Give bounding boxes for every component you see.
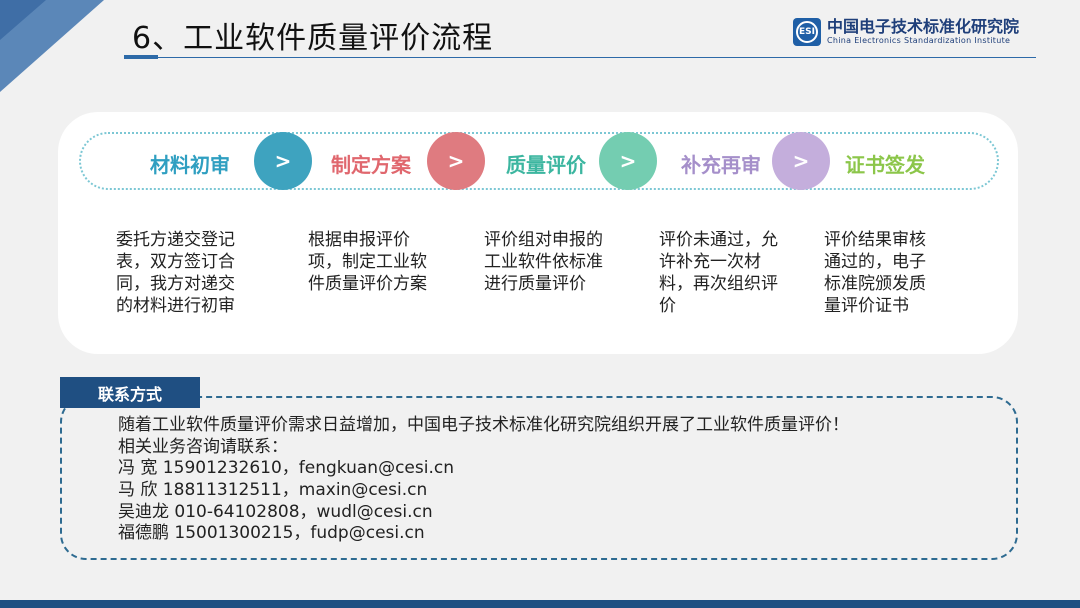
page-title: 6、工业软件质量评价流程 — [132, 21, 494, 56]
contact-intro: 随着工业软件质量评价需求日益增加，中国电子技术标准化研究院组织开展了工业软件质量… — [118, 415, 849, 435]
step-label-quality-evaluation: 质量评价 — [506, 153, 586, 177]
step-label-supplement-review: 补充再审 — [681, 153, 761, 177]
logo-chinese-name: 中国电子技术标准化研究院 — [827, 17, 1020, 36]
step-description-material-review: 委托方递交登记表，双方签订合同，我方对递交的材料进行初审 — [116, 230, 235, 316]
step-description-supplement-review: 评价未通过，允许补充一次材料，再次组织评价 — [659, 230, 778, 316]
decorative-corner-triangle-dark — [0, 0, 46, 40]
contact-person: 福德鹏 15001300215，fudp@cesi.cn — [118, 523, 425, 543]
contact-header: 联系方式 — [60, 377, 200, 408]
cesi-logo: ESI 中国电子技术标准化研究院 China Electronics Stand… — [793, 18, 1019, 46]
contact-person: 吴迪龙 010-64102808，wudl@cesi.cn — [118, 502, 433, 522]
step-arrow-icon: > — [254, 132, 312, 190]
step-arrow-icon: > — [427, 132, 485, 190]
bottom-bar — [0, 600, 1080, 608]
title-divider — [124, 57, 1036, 58]
logo-text: 中国电子技术标准化研究院 China Electronics Standardi… — [827, 18, 1019, 46]
step-arrow-icon: > — [599, 132, 657, 190]
step-label-material-review: 材料初审 — [150, 153, 230, 177]
step-label-certificate-issue: 证书签发 — [845, 153, 925, 177]
step-description-quality-evaluation: 评价组对申报的工业软件依标准进行质量评价 — [484, 230, 603, 294]
step-label-make-plan: 制定方案 — [331, 153, 411, 177]
contact-person: 冯 宽 15901232610，fengkuan@cesi.cn — [118, 458, 454, 478]
step-arrow-icon: > — [772, 132, 830, 190]
logo-english-name: China Electronics Standardization Instit… — [827, 36, 1011, 45]
contact-prompt: 相关业务咨询请联系： — [118, 437, 288, 457]
title-divider-accent — [124, 55, 158, 59]
cesi-logo-mark-icon: ESI — [793, 18, 821, 46]
step-description-make-plan: 根据申报评价项，制定工业软件质量评价方案 — [308, 230, 427, 294]
logo-ring-icon — [796, 21, 818, 43]
contact-person: 马 欣 18811312511，maxin@cesi.cn — [118, 480, 428, 500]
step-description-certificate-issue: 评价结果审核通过的，电子标准院颁发质量评价证书 — [824, 230, 926, 316]
